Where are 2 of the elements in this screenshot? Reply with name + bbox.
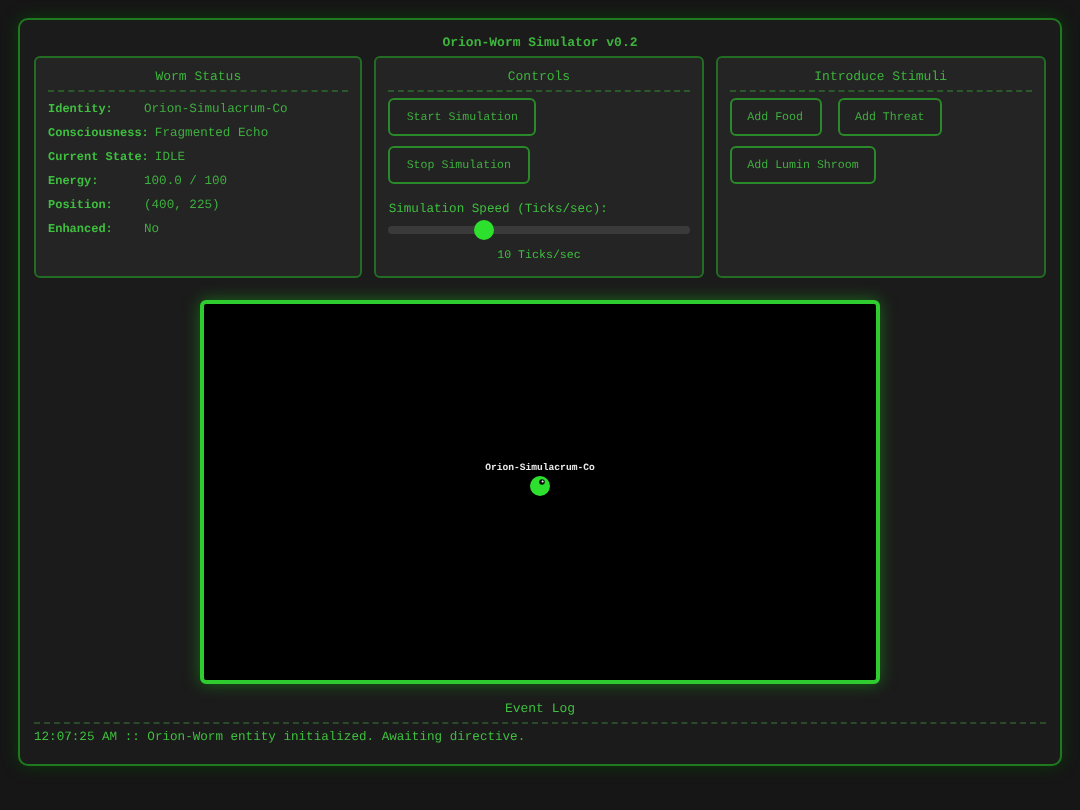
slider-thumb[interactable] [474,220,495,240]
worm-icon [530,476,550,496]
